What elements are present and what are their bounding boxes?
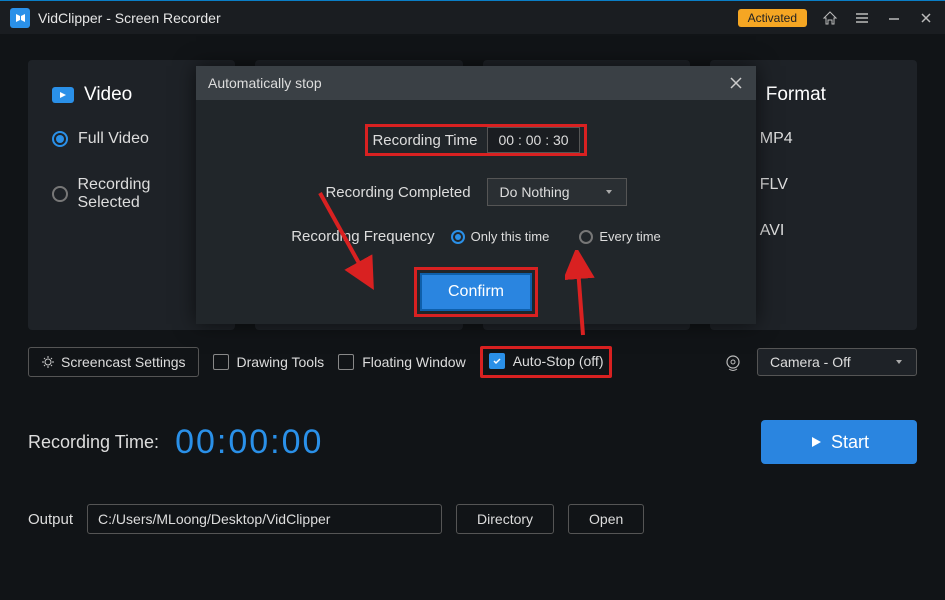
app-title: VidClipper - Screen Recorder [38, 10, 738, 26]
home-icon[interactable] [821, 10, 839, 26]
screencast-settings-label: Screencast Settings [61, 354, 186, 370]
camera-select[interactable]: Camera - Off [757, 348, 917, 376]
app-logo-icon [10, 8, 30, 28]
every-time-radio[interactable]: Every time [579, 229, 660, 244]
flv-radio[interactable]: FLV [734, 176, 893, 194]
only-this-time-label: Only this time [471, 229, 550, 244]
auto-stop-checkbox[interactable]: Auto-Stop (off) [489, 353, 604, 369]
video-icon [52, 87, 74, 103]
mp4-radio[interactable]: MP4 [734, 130, 893, 148]
start-button[interactable]: Start [761, 420, 917, 464]
activated-badge: Activated [738, 9, 807, 27]
menu-icon[interactable] [853, 11, 871, 25]
output-path-input[interactable] [87, 504, 442, 534]
recording-selected-radio[interactable]: Recording Selected [52, 176, 211, 212]
confirm-button[interactable]: Confirm [420, 273, 532, 311]
output-label: Output [28, 511, 73, 528]
auto-stop-label: Auto-Stop (off) [513, 353, 604, 369]
rec-completed-value: Do Nothing [500, 184, 570, 200]
drawing-tools-label: Drawing Tools [237, 354, 325, 370]
format-panel-title: Format [766, 84, 826, 106]
modal-close-icon[interactable] [728, 75, 744, 91]
gear-icon [41, 355, 55, 369]
rec-time-label: Recording Time [372, 132, 477, 149]
recording-time-label: Recording Time: [28, 432, 159, 453]
flv-label: FLV [760, 176, 788, 194]
video-panel-title: Video [84, 84, 132, 106]
auto-stop-modal: Automatically stop Recording Time 00 : 0… [196, 66, 756, 324]
directory-button[interactable]: Directory [456, 504, 554, 534]
rec-frequency-label: Recording Frequency [291, 228, 434, 245]
only-this-time-radio[interactable]: Only this time [451, 229, 550, 244]
recording-selected-label: Recording Selected [78, 176, 212, 212]
mp4-label: MP4 [760, 130, 793, 148]
floating-window-checkbox[interactable]: Floating Window [338, 354, 466, 370]
recording-time-value: 00:00:00 [175, 423, 323, 462]
floating-window-label: Floating Window [362, 354, 466, 370]
avi-radio[interactable]: AVI [734, 222, 893, 240]
modal-title: Automatically stop [208, 75, 322, 91]
full-video-radio[interactable]: Full Video [52, 130, 211, 148]
rec-time-input[interactable]: 00 : 00 : 30 [487, 127, 579, 153]
drawing-tools-checkbox[interactable]: Drawing Tools [213, 354, 325, 370]
rec-completed-label: Recording Completed [325, 184, 470, 201]
chevron-down-icon [894, 357, 904, 367]
start-button-label: Start [831, 432, 869, 453]
camera-select-label: Camera - Off [770, 354, 851, 370]
close-icon[interactable] [917, 11, 935, 25]
rec-completed-select[interactable]: Do Nothing [487, 178, 627, 206]
open-button[interactable]: Open [568, 504, 644, 534]
avi-label: AVI [760, 222, 785, 240]
screencast-settings-button[interactable]: Screencast Settings [28, 347, 199, 377]
camera-icon[interactable] [723, 352, 743, 372]
full-video-label: Full Video [78, 130, 149, 148]
titlebar: VidClipper - Screen Recorder Activated [0, 0, 945, 34]
chevron-down-icon [604, 187, 614, 197]
every-time-label: Every time [599, 229, 660, 244]
minimize-icon[interactable] [885, 11, 903, 25]
play-icon [809, 435, 823, 449]
